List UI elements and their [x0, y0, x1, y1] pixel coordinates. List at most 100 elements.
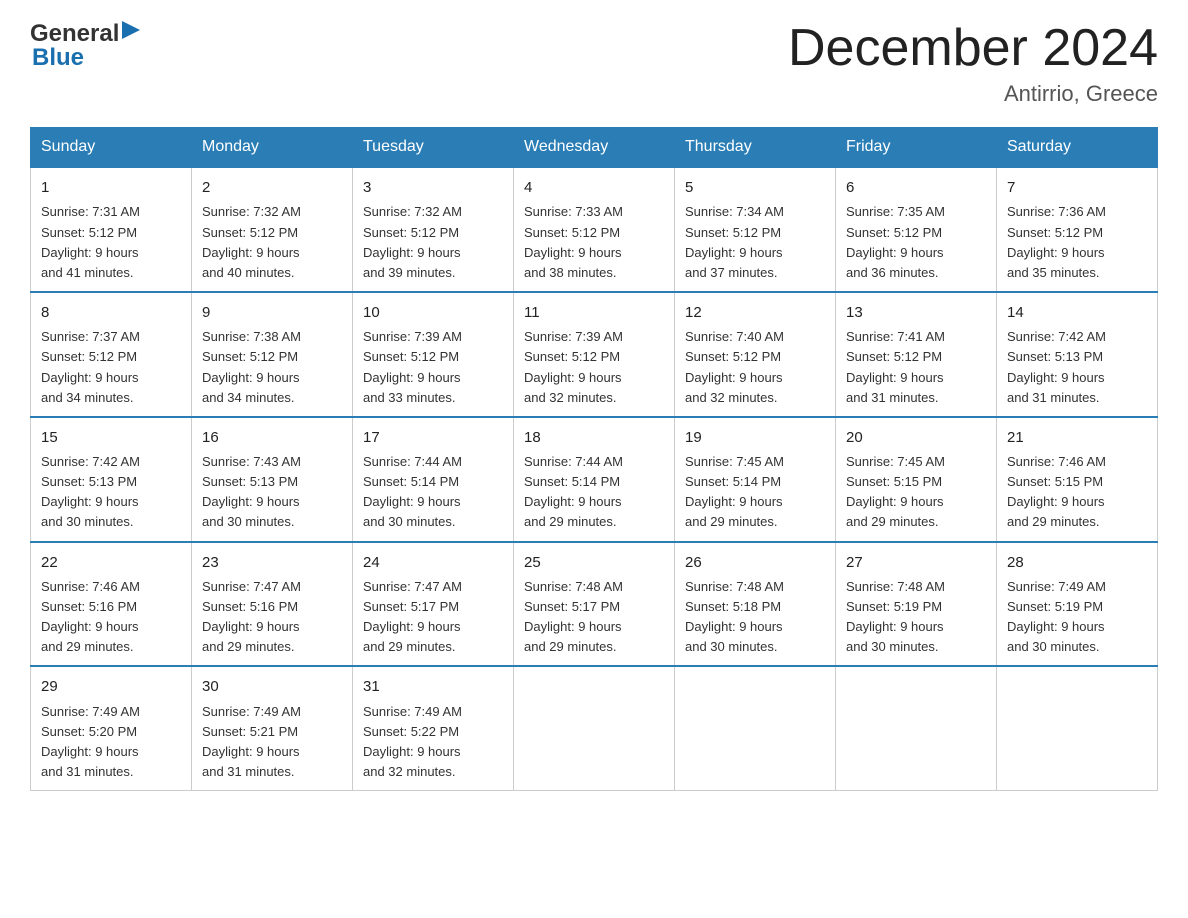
calendar-cell — [514, 666, 675, 790]
calendar-cell: 17 Sunrise: 7:44 AMSunset: 5:14 PMDayligh… — [353, 417, 514, 542]
calendar-cell: 25Sunrise: 7:48 AMSunset: 5:17 PMDayligh… — [514, 542, 675, 667]
day-info: Sunrise: 7:39 AMSunset: 5:12 PMDaylight:… — [363, 327, 503, 408]
day-info: Sunrise: 7:44 AMSunset: 5:14 PMDaylight:… — [363, 452, 503, 533]
day-number: 2 — [202, 176, 342, 199]
day-number: 26 — [685, 551, 825, 574]
header-thursday: Thursday — [675, 128, 836, 168]
header-wednesday: Wednesday — [514, 128, 675, 168]
day-info: Sunrise: 7:47 AMSunset: 5:17 PMDaylight:… — [363, 577, 503, 658]
calendar-cell: 1 Sunrise: 7:31 AMSunset: 5:12 PMDaylight… — [31, 167, 192, 292]
calendar-cell: 8 Sunrise: 7:37 AMSunset: 5:12 PMDaylight… — [31, 292, 192, 417]
day-number: 3 — [363, 176, 503, 199]
day-number: 13 — [846, 301, 986, 324]
calendar-cell: 20Sunrise: 7:45 AMSunset: 5:15 PMDayligh… — [836, 417, 997, 542]
day-info: Sunrise: 7:33 AMSunset: 5:12 PMDaylight:… — [524, 202, 664, 283]
week-row-2: 8 Sunrise: 7:37 AMSunset: 5:12 PMDaylight… — [31, 292, 1158, 417]
day-info: Sunrise: 7:49 AMSunset: 5:19 PMDaylight:… — [1007, 577, 1147, 658]
day-info: Sunrise: 7:35 AMSunset: 5:12 PMDaylight:… — [846, 202, 986, 283]
subtitle: Antirrio, Greece — [788, 81, 1158, 107]
header-friday: Friday — [836, 128, 997, 168]
day-info: Sunrise: 7:32 AMSunset: 5:12 PMDaylight:… — [363, 202, 503, 283]
calendar-cell — [836, 666, 997, 790]
calendar-cell: 10 Sunrise: 7:39 AMSunset: 5:12 PMDayligh… — [353, 292, 514, 417]
calendar-cell: 5 Sunrise: 7:34 AMSunset: 5:12 PMDaylight… — [675, 167, 836, 292]
day-number: 15 — [41, 426, 181, 449]
day-info: Sunrise: 7:38 AMSunset: 5:12 PMDaylight:… — [202, 327, 342, 408]
day-number: 30 — [202, 675, 342, 698]
calendar-cell: 13Sunrise: 7:41 AMSunset: 5:12 PMDayligh… — [836, 292, 997, 417]
calendar-cell: 23 Sunrise: 7:47 AMSunset: 5:16 PMDayligh… — [192, 542, 353, 667]
day-info: Sunrise: 7:43 AMSunset: 5:13 PMDaylight:… — [202, 452, 342, 533]
calendar-cell: 7Sunrise: 7:36 AMSunset: 5:12 PMDaylight… — [997, 167, 1158, 292]
day-info: Sunrise: 7:45 AMSunset: 5:15 PMDaylight:… — [846, 452, 986, 533]
logo: General Blue — [30, 20, 140, 72]
calendar-cell: 27 Sunrise: 7:48 AMSunset: 5:19 PMDayligh… — [836, 542, 997, 667]
day-info: Sunrise: 7:32 AMSunset: 5:12 PMDaylight:… — [202, 202, 342, 283]
calendar-cell: 16 Sunrise: 7:43 AMSunset: 5:13 PMDayligh… — [192, 417, 353, 542]
day-info: Sunrise: 7:47 AMSunset: 5:16 PMDaylight:… — [202, 577, 342, 658]
calendar-cell: 14Sunrise: 7:42 AMSunset: 5:13 PMDayligh… — [997, 292, 1158, 417]
day-info: Sunrise: 7:40 AMSunset: 5:12 PMDaylight:… — [685, 327, 825, 408]
calendar-header-row: SundayMondayTuesdayWednesdayThursdayFrid… — [31, 128, 1158, 168]
day-number: 6 — [846, 176, 986, 199]
day-number: 5 — [685, 176, 825, 199]
day-number: 16 — [202, 426, 342, 449]
day-info: Sunrise: 7:34 AMSunset: 5:12 PMDaylight:… — [685, 202, 825, 283]
day-info: Sunrise: 7:48 AMSunset: 5:19 PMDaylight:… — [846, 577, 986, 658]
header-saturday: Saturday — [997, 128, 1158, 168]
day-number: 28 — [1007, 551, 1147, 574]
day-number: 22 — [41, 551, 181, 574]
day-number: 7 — [1007, 176, 1147, 199]
day-info: Sunrise: 7:37 AMSunset: 5:12 PMDaylight:… — [41, 327, 181, 408]
page-header: General Blue December 2024 Antirrio, Gre… — [30, 20, 1158, 107]
day-info: Sunrise: 7:49 AMSunset: 5:22 PMDaylight:… — [363, 702, 503, 783]
header-tuesday: Tuesday — [353, 128, 514, 168]
day-number: 31 — [363, 675, 503, 698]
calendar-cell: 21Sunrise: 7:46 AMSunset: 5:15 PMDayligh… — [997, 417, 1158, 542]
calendar-cell: 26 Sunrise: 7:48 AMSunset: 5:18 PMDayligh… — [675, 542, 836, 667]
calendar-cell: 11 Sunrise: 7:39 AMSunset: 5:12 PMDayligh… — [514, 292, 675, 417]
day-info: Sunrise: 7:44 AMSunset: 5:14 PMDaylight:… — [524, 452, 664, 533]
day-number: 10 — [363, 301, 503, 324]
calendar-cell: 15 Sunrise: 7:42 AMSunset: 5:13 PMDayligh… — [31, 417, 192, 542]
logo-blue-text: Blue — [32, 44, 84, 72]
day-number: 19 — [685, 426, 825, 449]
day-number: 17 — [363, 426, 503, 449]
calendar-cell: 28 Sunrise: 7:49 AMSunset: 5:19 PMDayligh… — [997, 542, 1158, 667]
day-info: Sunrise: 7:46 AMSunset: 5:15 PMDaylight:… — [1007, 452, 1147, 533]
week-row-4: 22 Sunrise: 7:46 AMSunset: 5:16 PMDayligh… — [31, 542, 1158, 667]
day-info: Sunrise: 7:46 AMSunset: 5:16 PMDaylight:… — [41, 577, 181, 658]
day-number: 11 — [524, 301, 664, 324]
calendar-cell: 18 Sunrise: 7:44 AMSunset: 5:14 PMDayligh… — [514, 417, 675, 542]
day-info: Sunrise: 7:39 AMSunset: 5:12 PMDaylight:… — [524, 327, 664, 408]
day-info: Sunrise: 7:42 AMSunset: 5:13 PMDaylight:… — [1007, 327, 1147, 408]
calendar-cell: 3 Sunrise: 7:32 AMSunset: 5:12 PMDaylight… — [353, 167, 514, 292]
calendar-cell: 6 Sunrise: 7:35 AMSunset: 5:12 PMDaylight… — [836, 167, 997, 292]
calendar-cell: 12Sunrise: 7:40 AMSunset: 5:12 PMDayligh… — [675, 292, 836, 417]
day-info: Sunrise: 7:49 AMSunset: 5:21 PMDaylight:… — [202, 702, 342, 783]
day-number: 4 — [524, 176, 664, 199]
day-info: Sunrise: 7:48 AMSunset: 5:18 PMDaylight:… — [685, 577, 825, 658]
calendar-cell: 30 Sunrise: 7:49 AMSunset: 5:21 PMDayligh… — [192, 666, 353, 790]
week-row-1: 1 Sunrise: 7:31 AMSunset: 5:12 PMDaylight… — [31, 167, 1158, 292]
day-number: 24 — [363, 551, 503, 574]
calendar-cell: 31 Sunrise: 7:49 AMSunset: 5:22 PMDayligh… — [353, 666, 514, 790]
day-info: Sunrise: 7:42 AMSunset: 5:13 PMDaylight:… — [41, 452, 181, 533]
calendar-cell: 4 Sunrise: 7:33 AMSunset: 5:12 PMDaylight… — [514, 167, 675, 292]
header-monday: Monday — [192, 128, 353, 168]
day-number: 8 — [41, 301, 181, 324]
week-row-3: 15 Sunrise: 7:42 AMSunset: 5:13 PMDayligh… — [31, 417, 1158, 542]
title-section: December 2024 Antirrio, Greece — [788, 20, 1158, 107]
calendar-cell: 9Sunrise: 7:38 AMSunset: 5:12 PMDaylight… — [192, 292, 353, 417]
day-number: 1 — [41, 176, 181, 199]
day-number: 23 — [202, 551, 342, 574]
day-info: Sunrise: 7:31 AMSunset: 5:12 PMDaylight:… — [41, 202, 181, 283]
day-number: 18 — [524, 426, 664, 449]
day-number: 27 — [846, 551, 986, 574]
calendar-cell: 29Sunrise: 7:49 AMSunset: 5:20 PMDayligh… — [31, 666, 192, 790]
calendar-cell: 24 Sunrise: 7:47 AMSunset: 5:17 PMDayligh… — [353, 542, 514, 667]
calendar-cell: 19Sunrise: 7:45 AMSunset: 5:14 PMDayligh… — [675, 417, 836, 542]
day-number: 25 — [524, 551, 664, 574]
day-info: Sunrise: 7:49 AMSunset: 5:20 PMDaylight:… — [41, 702, 181, 783]
calendar-table: SundayMondayTuesdayWednesdayThursdayFrid… — [30, 127, 1158, 791]
